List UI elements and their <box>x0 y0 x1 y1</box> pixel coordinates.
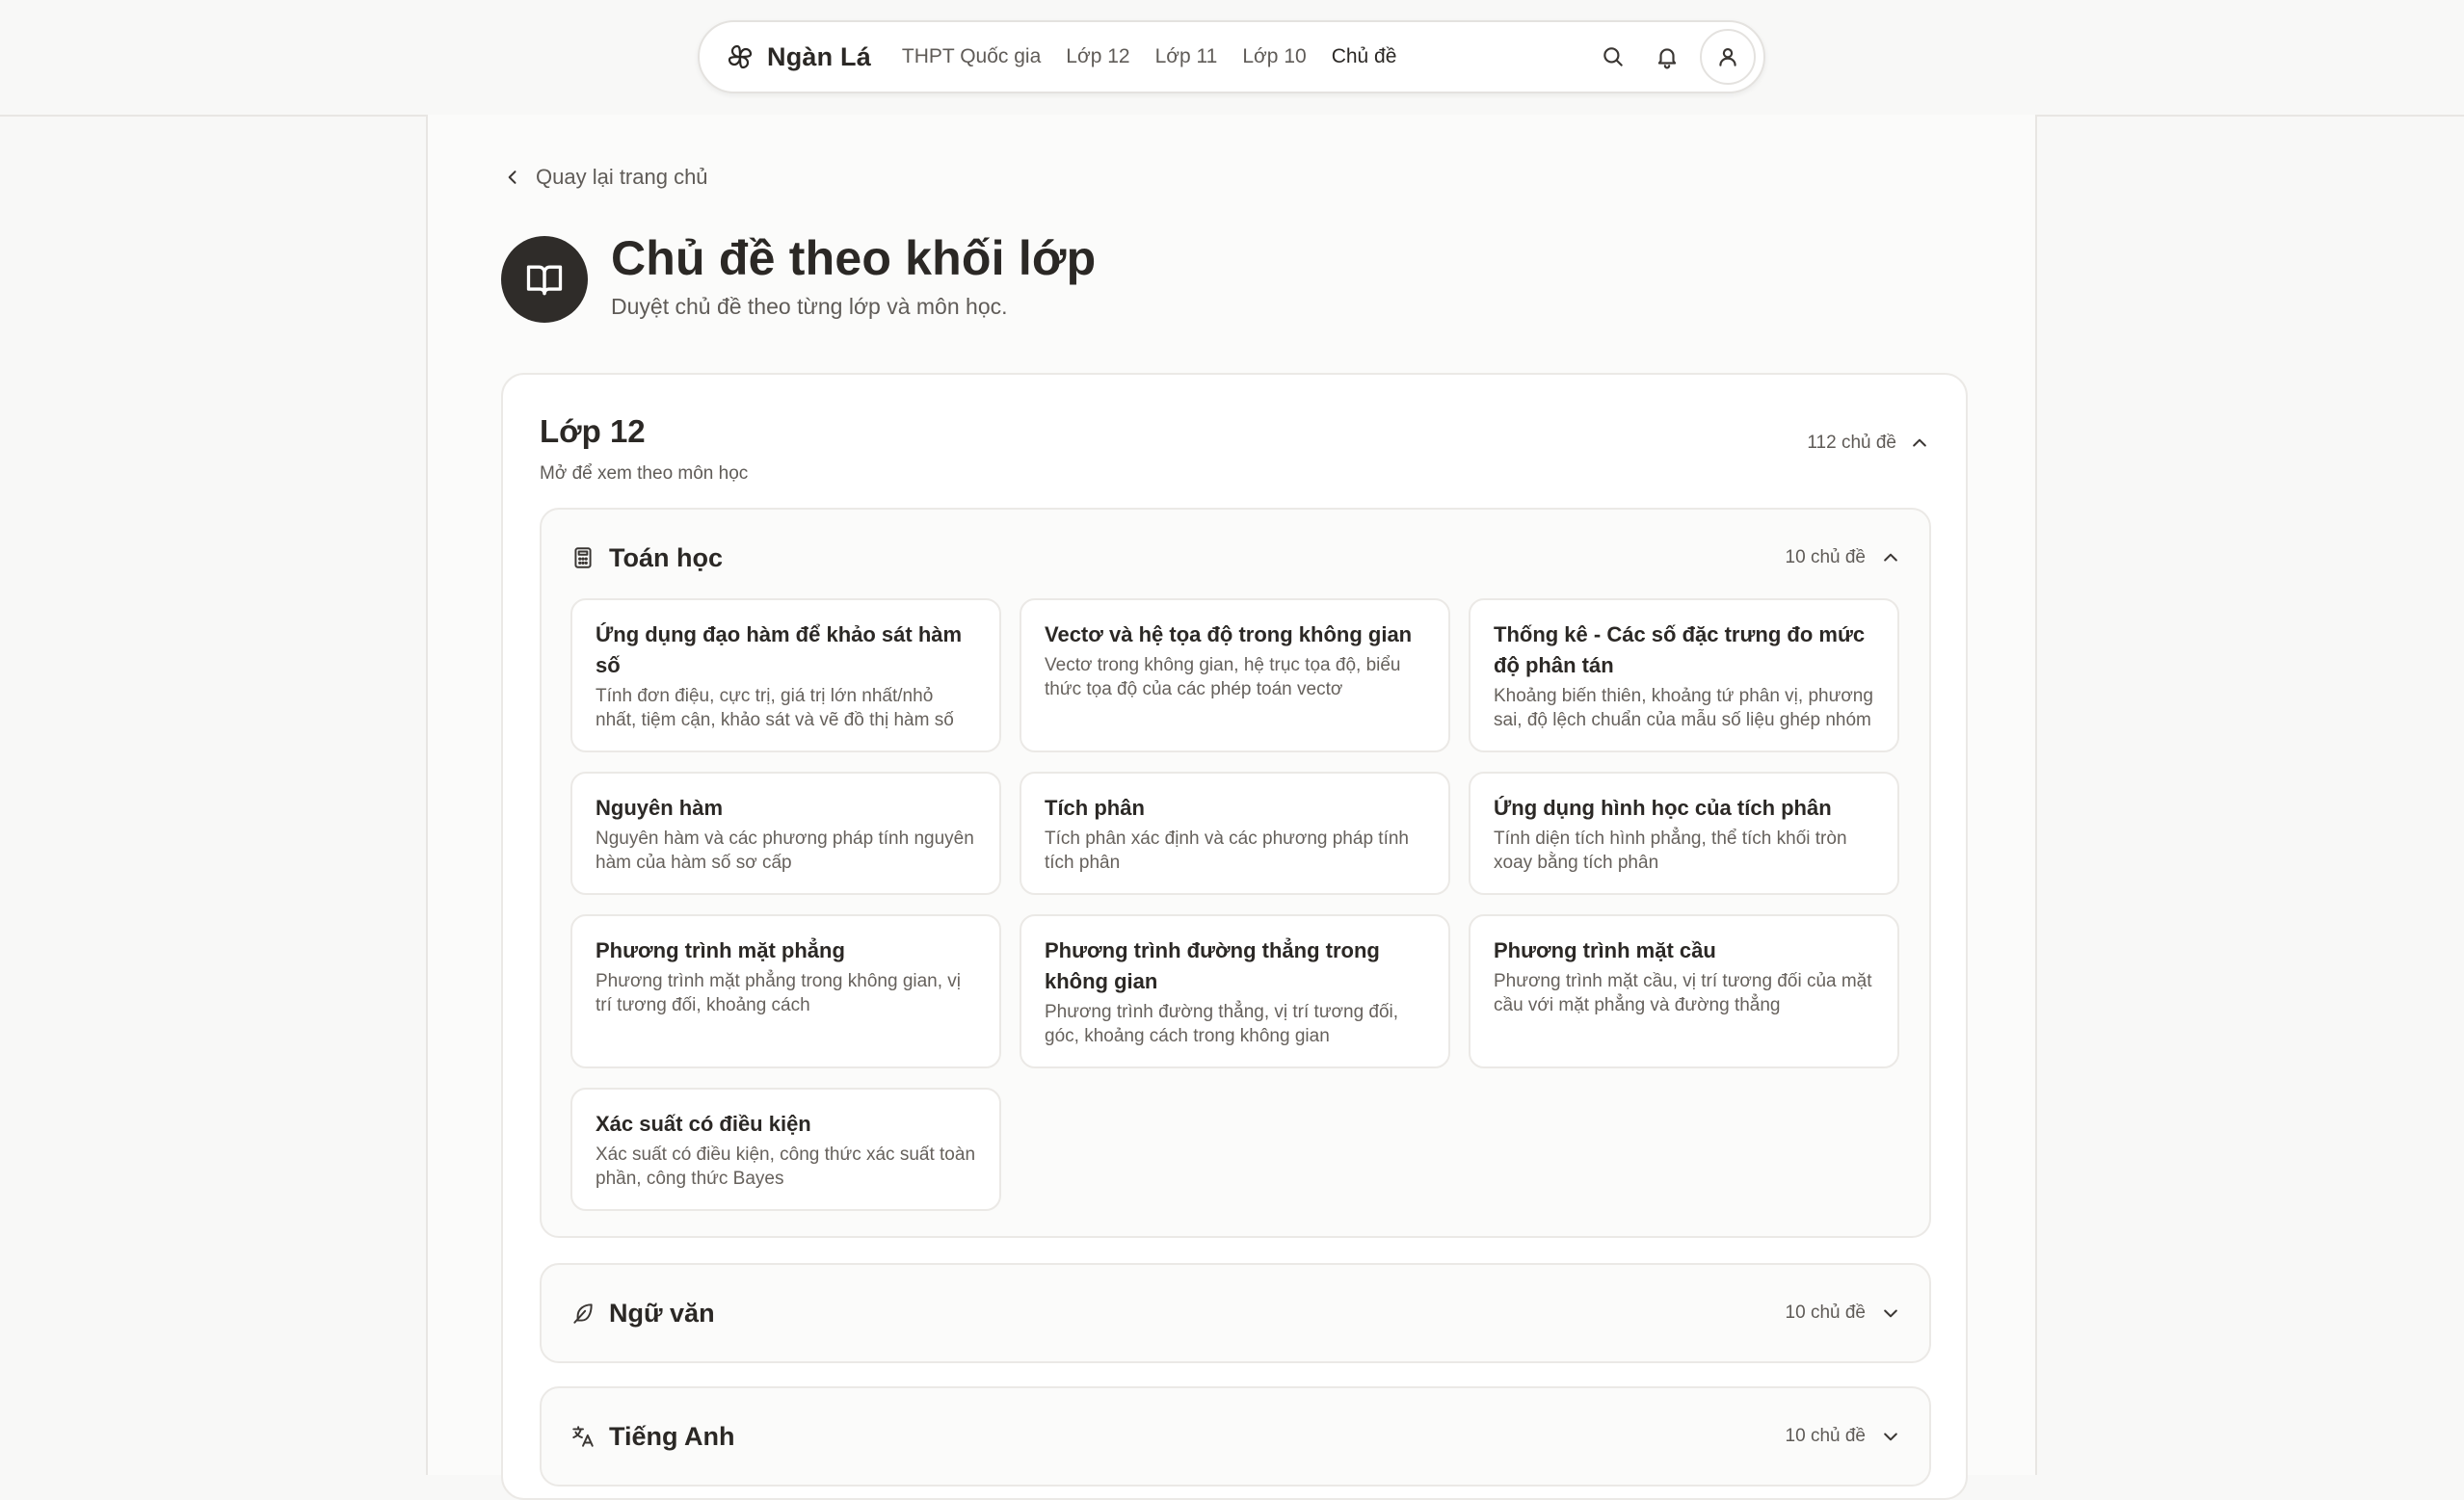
grade-subtitle: Mở để xem theo môn học <box>540 463 749 484</box>
topic-description: Khoảng biến thiên, khoảng tứ phân vị, ph… <box>1494 686 1873 730</box>
topic-title: Nguyên hàm <box>596 796 724 820</box>
topic-card[interactable]: Nguyên hàm Nguyên hàm và các phương pháp… <box>570 772 1001 895</box>
calculator-icon <box>574 547 592 568</box>
topic-description: Nguyên hàm và các phương pháp tính nguyê… <box>596 829 974 873</box>
grade-toggle[interactable]: 112 chủ đề <box>1807 433 1929 454</box>
brand-name: Ngàn Lá <box>767 41 871 71</box>
subject-name: Ngữ văn <box>609 1298 715 1328</box>
page-subtitle: Duyệt chủ đề theo từng lớp và môn học. <box>611 294 1008 319</box>
topic-card[interactable]: Phương trình đường thẳng trong không gia… <box>1020 914 1450 1068</box>
brand[interactable]: Ngàn Lá <box>725 41 871 72</box>
navbar: Ngàn Lá THPT Quốc gia Lớp 12 Lớp 11 Lớp … <box>698 20 1765 93</box>
subject-header-tieng-anh[interactable]: Tiếng Anh 10 chủ đề <box>570 1388 1900 1485</box>
hero-icon <box>501 236 588 323</box>
chevron-up-icon <box>1913 438 1926 447</box>
subject-count-label: 10 chủ đề <box>1785 547 1866 567</box>
topic-title: Phương trình mặt phẳng <box>596 938 845 962</box>
topic-description: Phương trình đường thẳng, vị trí tương đ… <box>1045 1002 1399 1046</box>
notifications-button[interactable] <box>1640 30 1694 84</box>
topic-title: Ứng dụng đạo hàm để khảo sát hàm số <box>596 622 963 677</box>
nav-links: THPT Quốc gia Lớp 12 Lớp 11 Lớp 10 Chủ đ… <box>902 45 1421 68</box>
subject-header-toan-hoc[interactable]: Toán học 10 chủ đề <box>570 510 1900 606</box>
nav-link-thpt[interactable]: THPT Quốc gia <box>902 45 1041 68</box>
grade-count: 112 chủ đề <box>1807 433 1896 453</box>
subject-header-ngu-van[interactable]: Ngữ văn 10 chủ đề <box>570 1265 1900 1361</box>
grade-title: Lớp 12 <box>540 413 646 449</box>
user-icon <box>1719 48 1736 66</box>
topic-grid: Ứng dụng đạo hàm để khảo sát hàm số Tính… <box>570 598 1900 1211</box>
grade-card-lop-12: Lớp 12 Mở để xem theo môn học 112 chủ đề… <box>501 373 1968 1500</box>
topic-title: Phương trình mặt cầu <box>1494 938 1716 962</box>
search-button[interactable] <box>1586 30 1640 84</box>
topic-card[interactable]: Ứng dụng hình học của tích phân Tính diệ… <box>1469 772 1899 895</box>
top-header: Ngàn Lá THPT Quốc gia Lớp 12 Lớp 11 Lớp … <box>0 0 2464 117</box>
subject-count: 10 chủ đề <box>1786 1426 1900 1447</box>
subject-name: Tiếng Anh <box>609 1421 735 1451</box>
nav-link-lop-12[interactable]: Lớp 12 <box>1066 45 1129 68</box>
topic-card[interactable]: Xác suất có điều kiện Xác suất có điều k… <box>570 1088 1001 1211</box>
clover-logo-icon <box>728 44 753 69</box>
nav-link-lop-11[interactable]: Lớp 11 <box>1155 45 1218 68</box>
subject-count: 10 chủ đề <box>1786 547 1900 568</box>
account-button[interactable] <box>1700 29 1756 85</box>
open-book-icon <box>526 265 563 296</box>
topic-title: Xác suất có điều kiện <box>596 1112 811 1136</box>
topic-title: Ứng dụng hình học của tích phân <box>1494 796 1832 820</box>
subject-tieng-anh: Tiếng Anh 10 chủ đề <box>540 1386 1931 1487</box>
topic-card[interactable]: Tích phân Tích phân xác định và các phươ… <box>1020 772 1450 895</box>
chevron-up-icon <box>1884 553 1897 562</box>
topic-title: Tích phân <box>1045 796 1145 820</box>
back-link-label: Quay lại trang chủ <box>536 165 708 189</box>
chevron-down-icon <box>1884 1433 1897 1441</box>
search-icon <box>1603 47 1623 66</box>
nav-link-chu-de[interactable]: Chủ đề <box>1332 45 1397 68</box>
topic-description: Tích phân xác định và các phương pháp tí… <box>1045 829 1409 873</box>
subject-count: 10 chủ đề <box>1786 1303 1900 1324</box>
chevron-down-icon <box>1884 1309 1897 1318</box>
topic-description: Phương trình mặt phẳng trong không gian,… <box>596 971 962 1015</box>
topic-title: Vectơ và hệ tọa độ trong không gian <box>1045 622 1413 646</box>
topic-description: Vectơ trong không gian, hệ trục tọa độ, … <box>1045 655 1401 699</box>
nav-link-lop-10[interactable]: Lớp 10 <box>1242 45 1306 68</box>
nav-actions <box>1586 29 1756 85</box>
topic-description: Tính diện tích hình phẳng, thể tích khối… <box>1494 829 1847 873</box>
topic-card[interactable]: Phương trình mặt phẳng Phương trình mặt … <box>570 914 1001 1068</box>
subject-count-label: 10 chủ đề <box>1785 1426 1866 1446</box>
chevron-left-icon <box>508 171 517 184</box>
topic-description: Xác suất có điều kiện, công thức xác suấ… <box>596 1145 976 1189</box>
translate-icon <box>572 1426 594 1447</box>
subject-name: Toán học <box>609 542 723 572</box>
topic-card[interactable]: Phương trình mặt cầu Phương trình mặt cầ… <box>1469 914 1899 1068</box>
subject-ngu-van: Ngữ văn 10 chủ đề <box>540 1263 1931 1363</box>
topic-card[interactable]: Thống kê - Các số đặc trưng đo mức độ ph… <box>1469 598 1899 752</box>
main-content: Quay lại trang chủ Chủ đề theo khối lớp … <box>426 115 2037 1500</box>
subject-count-label: 10 chủ đề <box>1785 1303 1866 1323</box>
feather-icon <box>573 1303 593 1324</box>
subject-toan-hoc: Toán học 10 chủ đề Ứng dụng đạo hàm để k… <box>540 508 1931 1238</box>
topic-title: Thống kê - Các số đặc trưng đo mức độ ph… <box>1494 622 1866 677</box>
bell-icon <box>1657 48 1677 69</box>
topic-card[interactable]: Ứng dụng đạo hàm để khảo sát hàm số Tính… <box>570 598 1001 752</box>
topic-card[interactable]: Vectơ và hệ tọa độ trong không gian Vect… <box>1020 598 1450 752</box>
back-link[interactable]: Quay lại trang chủ <box>503 165 708 190</box>
topic-description: Phương trình mặt cầu, vị trí tương đối c… <box>1494 971 1872 1015</box>
topic-title: Phương trình đường thẳng trong không gia… <box>1045 938 1380 993</box>
page-title: Chủ đề theo khối lớp <box>611 231 1097 285</box>
topic-description: Tính đơn điệu, cực trị, giá trị lớn nhất… <box>596 686 954 730</box>
